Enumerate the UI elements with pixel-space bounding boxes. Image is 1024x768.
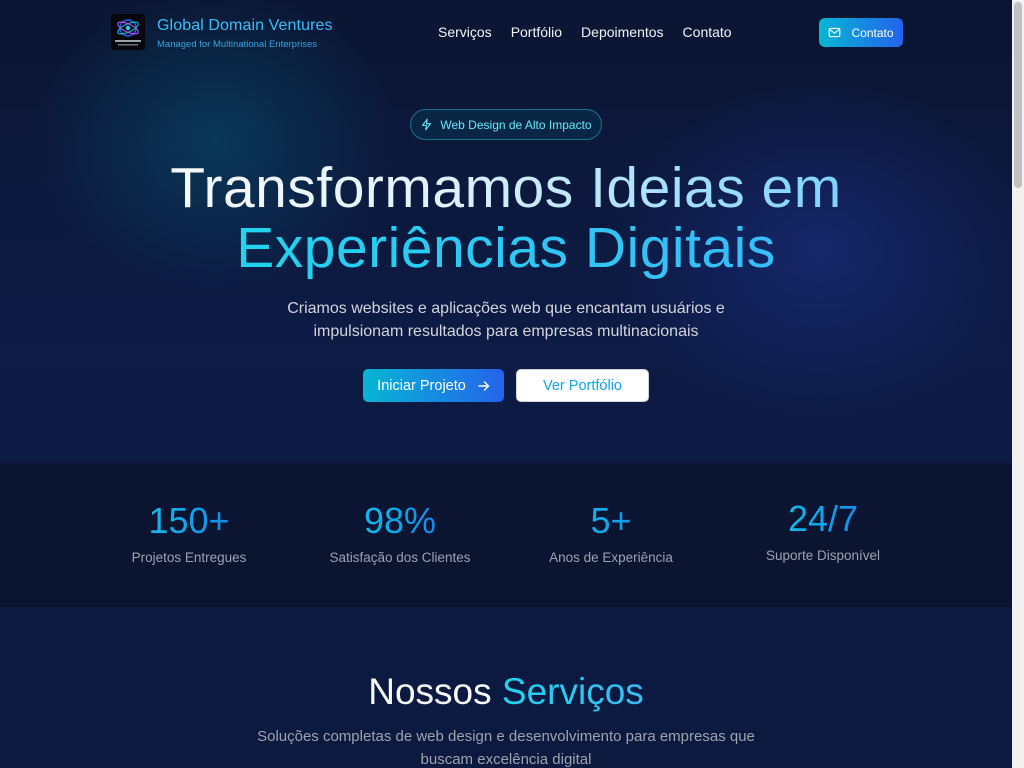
stat-label: Satisfação dos Clientes bbox=[329, 550, 471, 565]
logo-globe-icon bbox=[115, 19, 141, 46]
nav-link-portfolio[interactable]: Portfólio bbox=[511, 24, 562, 40]
start-project-button[interactable]: Iniciar Projeto bbox=[363, 369, 504, 402]
main-nav: Serviços Portfólio Depoimentos Contato bbox=[438, 24, 732, 40]
scrollbar-thumb[interactable] bbox=[1014, 2, 1022, 188]
stat-experience: 5+ Anos de Experiência bbox=[521, 501, 701, 566]
services-title-part1: Nossos bbox=[368, 671, 492, 712]
stat-value: 24/7 bbox=[733, 499, 913, 539]
hero-subtitle: Criamos websites e aplicações web que en… bbox=[287, 300, 725, 340]
services-subtitle: Soluções completas de web design e desen… bbox=[257, 728, 755, 768]
view-portfolio-label: Ver Portfólio bbox=[543, 377, 622, 394]
stat-label: Anos de Experiência bbox=[549, 550, 673, 565]
logo-image[interactable] bbox=[111, 14, 145, 50]
scrollbar[interactable] bbox=[1012, 0, 1024, 768]
nav-link-contato[interactable]: Contato bbox=[683, 24, 732, 40]
nav-link-depoimentos[interactable]: Depoimentos bbox=[581, 24, 664, 40]
stats-section: 150+ Projetos Entregues 98% Satisfação d… bbox=[0, 463, 1012, 607]
hero-badge-label: Web Design de Alto Impacto bbox=[440, 117, 592, 132]
nav-link-servicos[interactable]: Serviços bbox=[438, 24, 492, 40]
stat-value: 150+ bbox=[99, 501, 279, 541]
services-title: Nossos Serviços bbox=[0, 671, 1012, 713]
start-project-label: Iniciar Projeto bbox=[377, 377, 466, 394]
stat-satisfaction: 98% Satisfação dos Clientes bbox=[310, 501, 490, 566]
header-contact-button[interactable]: Contato bbox=[819, 18, 903, 47]
stat-value: 98% bbox=[310, 501, 490, 541]
page: Global Domain Ventures Managed for Multi… bbox=[0, 0, 1012, 768]
stat-value: 5+ bbox=[521, 501, 701, 541]
brand-tagline: Managed for Multinational Enterprises bbox=[157, 39, 318, 50]
hero-title-line1: Transformamos Ideias em bbox=[170, 156, 842, 220]
stat-label: Projetos Entregues bbox=[131, 550, 247, 565]
stat-projects: 150+ Projetos Entregues bbox=[99, 501, 279, 566]
view-portfolio-button[interactable]: Ver Portfólio bbox=[516, 369, 649, 402]
site-header: Global Domain Ventures Managed for Multi… bbox=[0, 0, 1012, 64]
lightning-icon bbox=[422, 118, 432, 131]
hero-badge: Web Design de Alto Impacto bbox=[410, 109, 602, 140]
stat-label: Suporte Disponível bbox=[765, 548, 881, 563]
hero-title-line2: Experiências Digitais bbox=[236, 216, 776, 280]
services-title-part2: Serviços bbox=[501, 671, 644, 712]
hero-title: Transformamos Ideias em Experiências Dig… bbox=[0, 158, 1012, 278]
brand-name[interactable]: Global Domain Ventures bbox=[157, 17, 333, 35]
stat-support: 24/7 Suporte Disponível bbox=[733, 499, 913, 564]
header-contact-label: Contato bbox=[851, 25, 894, 40]
arrow-right-icon bbox=[478, 380, 490, 391]
mail-icon bbox=[829, 27, 841, 38]
